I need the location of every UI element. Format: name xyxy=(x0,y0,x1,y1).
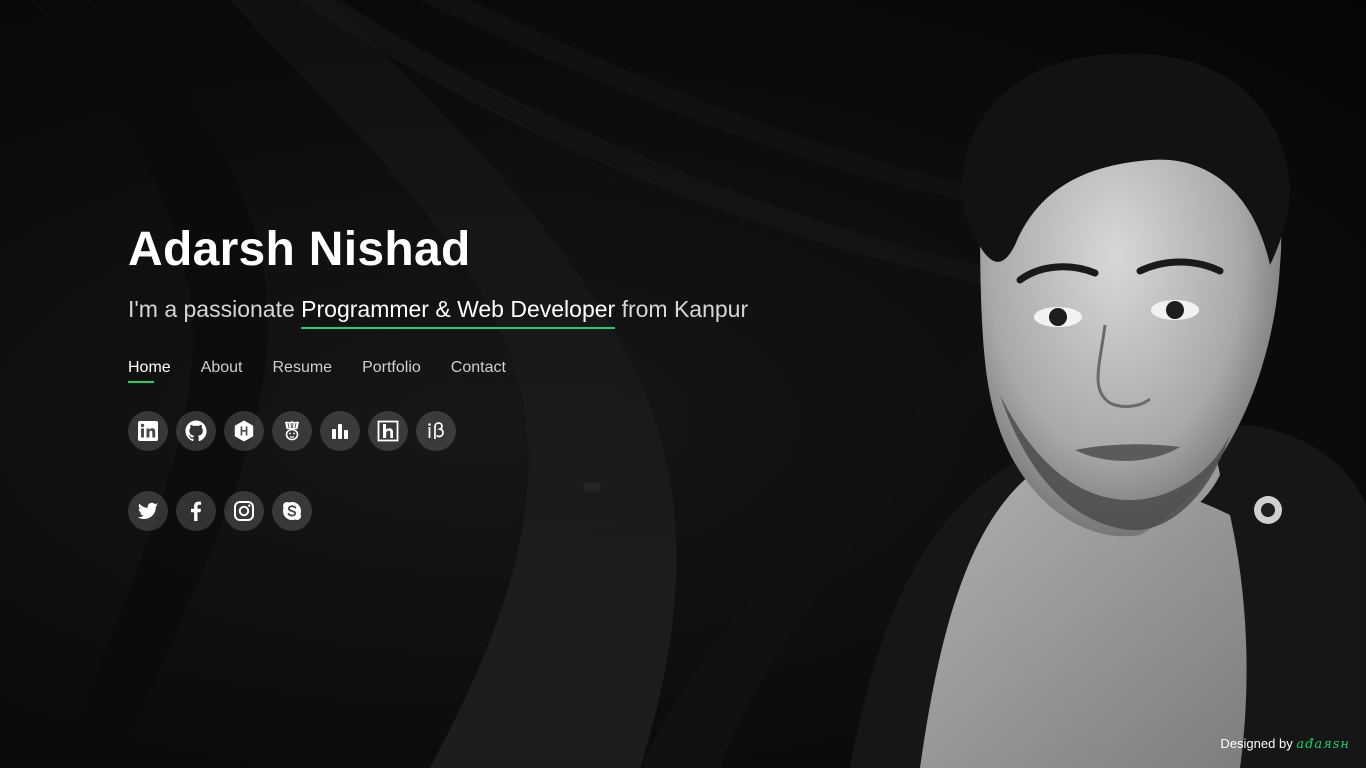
codechef-icon xyxy=(285,421,299,441)
github-link[interactable] xyxy=(176,411,216,451)
nav-portfolio[interactable]: Portfolio xyxy=(362,359,421,381)
codechef-link[interactable] xyxy=(272,411,312,451)
facebook-link[interactable] xyxy=(176,491,216,531)
hashnode-icon xyxy=(377,420,399,442)
social-links-general xyxy=(128,491,888,531)
skype-link[interactable] xyxy=(272,491,312,531)
facebook-icon xyxy=(191,501,202,521)
skype-icon xyxy=(283,502,301,520)
hackerrank-link[interactable] xyxy=(224,411,264,451)
tagline-suffix: from Kanpur xyxy=(615,296,749,322)
footer-credit: Designed by ađaяsн xyxy=(1220,736,1350,752)
nav-contact[interactable]: Contact xyxy=(451,359,506,381)
tagline-prefix: I'm a passionate xyxy=(128,296,302,322)
github-icon xyxy=(185,420,207,442)
tagline-highlight: Programmer & Web Developer xyxy=(301,294,616,329)
intro-block: Adarsh Nishad I'm a passionate Programme… xyxy=(128,222,888,531)
interviewbit-link[interactable] xyxy=(416,411,456,451)
instagram-icon xyxy=(234,501,254,521)
interviewbit-icon xyxy=(428,422,444,439)
nav-resume[interactable]: Resume xyxy=(273,359,333,381)
nav-about[interactable]: About xyxy=(201,359,243,381)
hero-section: Adarsh Nishad I'm a passionate Programme… xyxy=(0,0,1366,768)
hackerearth-icon xyxy=(332,424,348,439)
credit-brand[interactable]: ađaяsн xyxy=(1296,737,1350,752)
hackerearth-link[interactable] xyxy=(320,411,360,451)
tagline: I'm a passionate Programmer & Web Develo… xyxy=(128,294,888,329)
hackerrank-icon xyxy=(234,420,254,442)
nav-home[interactable]: Home xyxy=(128,359,171,383)
twitter-link[interactable] xyxy=(128,491,168,531)
twitter-icon xyxy=(137,502,158,519)
portrait-photo xyxy=(850,53,1366,768)
main-nav: Home About Resume Portfolio Contact xyxy=(128,359,888,383)
credit-label: Designed by xyxy=(1220,736,1293,751)
linkedin-link[interactable] xyxy=(128,411,168,451)
linkedin-icon xyxy=(138,421,158,441)
hashnode-link[interactable] xyxy=(368,411,408,451)
social-links-coding xyxy=(128,411,888,451)
instagram-link[interactable] xyxy=(224,491,264,531)
page-title: Adarsh Nishad xyxy=(128,223,471,276)
